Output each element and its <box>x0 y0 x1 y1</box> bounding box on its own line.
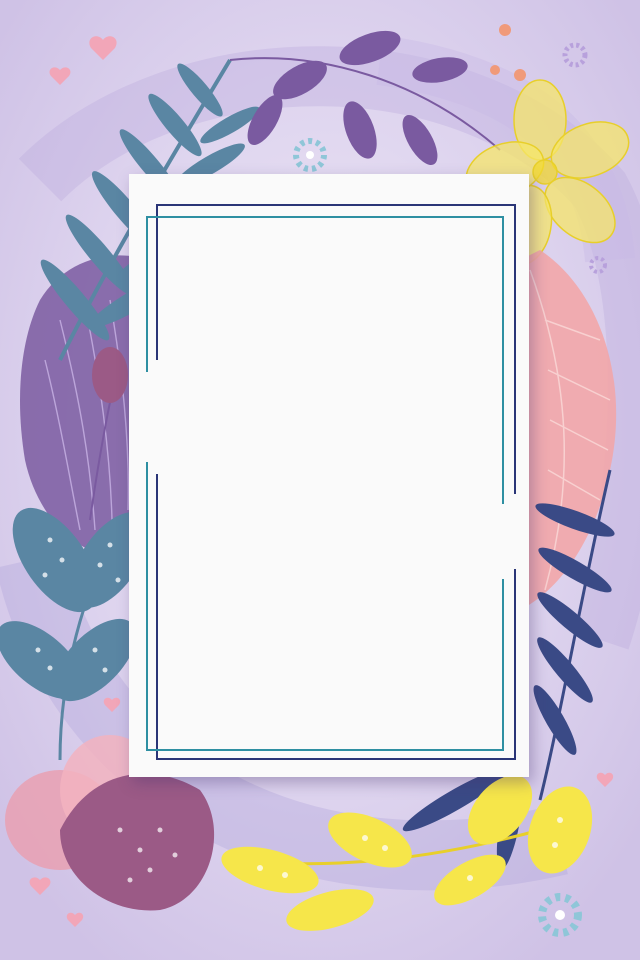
frame-teal <box>146 216 504 751</box>
floral-card-background <box>0 0 640 960</box>
double-line-frame <box>146 204 516 760</box>
blank-card <box>129 174 529 777</box>
frame-navy <box>156 204 516 760</box>
